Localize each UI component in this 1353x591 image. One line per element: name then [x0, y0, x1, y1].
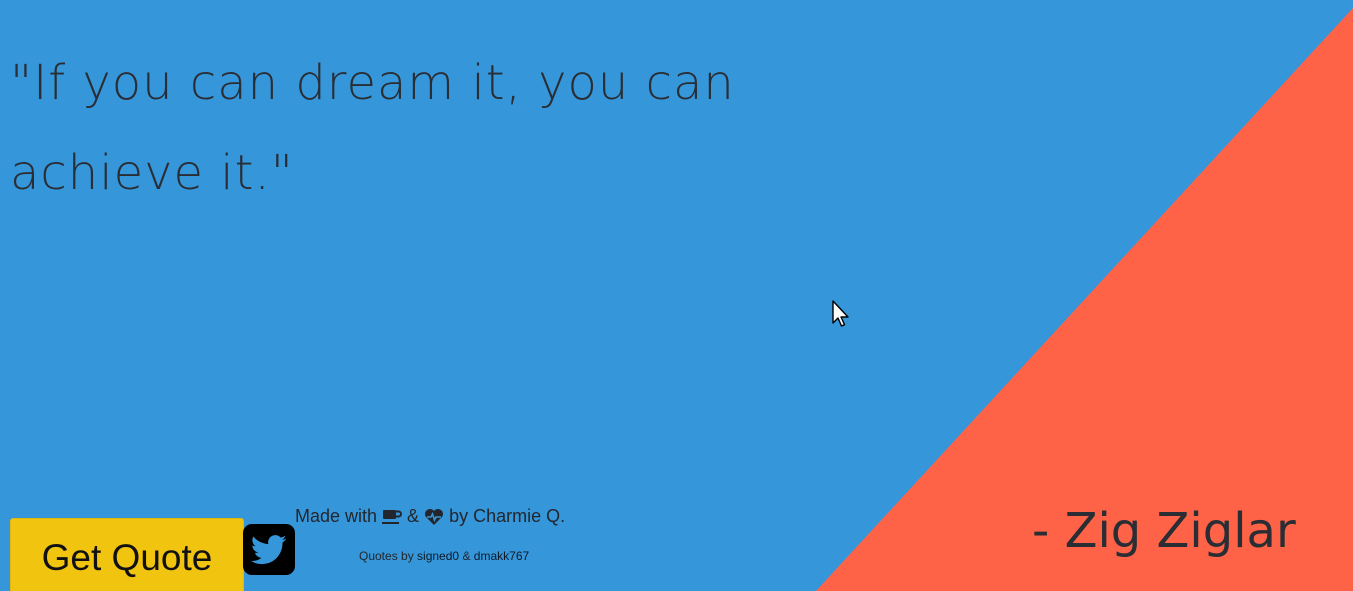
- signed0-link[interactable]: signed0: [417, 549, 459, 563]
- coffee-icon: [382, 509, 403, 525]
- made-with-credit: Made with & by Charmie Q.: [295, 506, 565, 527]
- quote-text: "If you can dream it, you can achieve it…: [10, 55, 735, 201]
- quotes-credit: Quotes by signed0 & dmakk767: [359, 549, 529, 563]
- tweet-button[interactable]: [243, 524, 295, 575]
- made-with-suffix: by Charmie Q.: [449, 506, 566, 526]
- mouse-cursor-icon: [832, 300, 849, 327]
- dmakk767-link[interactable]: dmakk767: [474, 549, 529, 563]
- ampersand: &: [407, 506, 420, 526]
- twitter-icon: [251, 534, 287, 564]
- heartbeat-icon: [424, 508, 444, 526]
- get-quote-button[interactable]: Get Quote: [10, 518, 244, 591]
- made-with-prefix: Made with: [295, 506, 378, 526]
- quotes-by-label: Quotes by: [359, 549, 414, 563]
- quote-author: - Zig Ziglar: [1032, 503, 1296, 559]
- credits-ampersand: &: [462, 549, 471, 563]
